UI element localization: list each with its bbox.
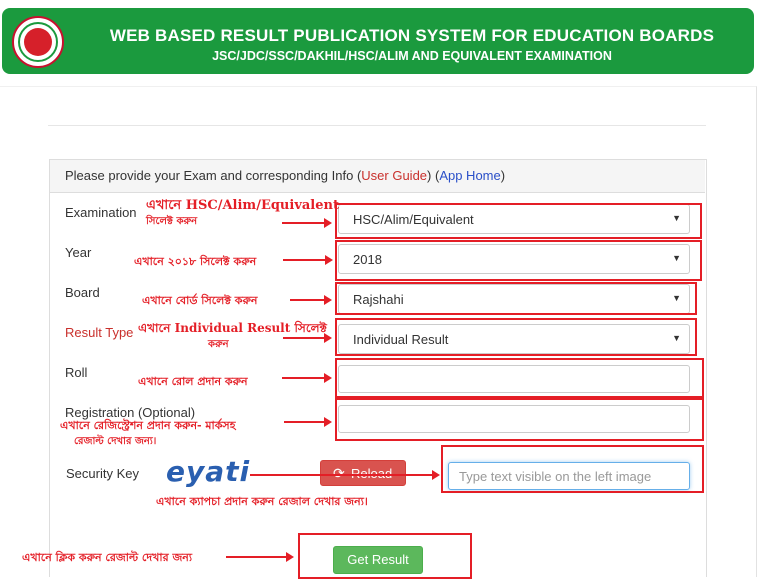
annotation-roll: এখানে রোল প্রদান করুন: [138, 375, 248, 388]
arrow-roll: [282, 373, 332, 383]
annotation-box-result-type: [335, 318, 697, 356]
annotation-submit: এখানে ক্লিক করুন রেজাল্ট দেখার জন্য: [22, 551, 193, 564]
arrow-submit: [226, 552, 294, 562]
annotation-box-submit: [298, 533, 472, 579]
panel-heading: Please provide your Exam and correspondi…: [50, 160, 705, 193]
annotation-box-year: [335, 240, 702, 281]
arrow-board: [290, 295, 332, 305]
annotation-year: এখানে ২০১৮ সিলেক্ট করুন: [134, 255, 257, 268]
arrow-result-type: [283, 333, 332, 343]
year-label: Year: [65, 245, 92, 260]
examination-label: Examination: [65, 205, 137, 220]
annotation-box-roll: [335, 358, 704, 398]
annotation-box-security: [441, 445, 704, 493]
panel-end: ): [500, 168, 506, 183]
annotation-registration-line2: রেজাল্ট দেখার জন্য।: [74, 436, 157, 447]
annotation-result-line2: করুন: [208, 339, 229, 350]
security-key-label: Security Key: [66, 466, 139, 481]
panel-intro: Please provide your Exam and correspondi…: [65, 168, 362, 183]
annotation-board: এখানে বোর্ড সিলেক্ট করুন: [142, 294, 258, 307]
user-guide-link[interactable]: User Guide: [361, 168, 427, 183]
captcha-image: eyati: [166, 455, 251, 488]
panel-mid: ) (: [427, 168, 440, 183]
board-label: Board: [65, 285, 100, 300]
page-subtitle: JSC/JDC/SSC/DAKHIL/HSC/ALIM AND EQUIVALE…: [212, 49, 612, 63]
panel-heading-text: Please provide your Exam and correspondi…: [65, 168, 505, 183]
reload-button[interactable]: ⟳ Reload: [320, 460, 406, 486]
government-logo: [12, 16, 64, 68]
arrow-examination: [282, 218, 332, 228]
annotation-box-board: [335, 282, 697, 315]
arrow-registration: [284, 417, 332, 427]
header-banner: WEB BASED RESULT PUBLICATION SYSTEM FOR …: [2, 8, 754, 74]
arrow-year: [283, 255, 333, 265]
annotation-box-registration: [335, 398, 704, 441]
page-title: WEB BASED RESULT PUBLICATION SYSTEM FOR …: [109, 26, 715, 45]
annotation-exam-line2: সিলেক্ট করুন: [146, 216, 198, 227]
annotation-captcha: এখানে ক্যাপচা প্রদান করুন রেজাল দেখার জন…: [156, 495, 368, 508]
annotation-box-examination: [335, 203, 702, 239]
roll-label: Roll: [65, 365, 88, 380]
result-type-label: Result Type: [65, 325, 134, 340]
arrow-security: [250, 470, 440, 480]
logo-disc: [24, 28, 52, 56]
divider: [48, 125, 706, 126]
app-home-link[interactable]: App Home: [439, 168, 500, 183]
